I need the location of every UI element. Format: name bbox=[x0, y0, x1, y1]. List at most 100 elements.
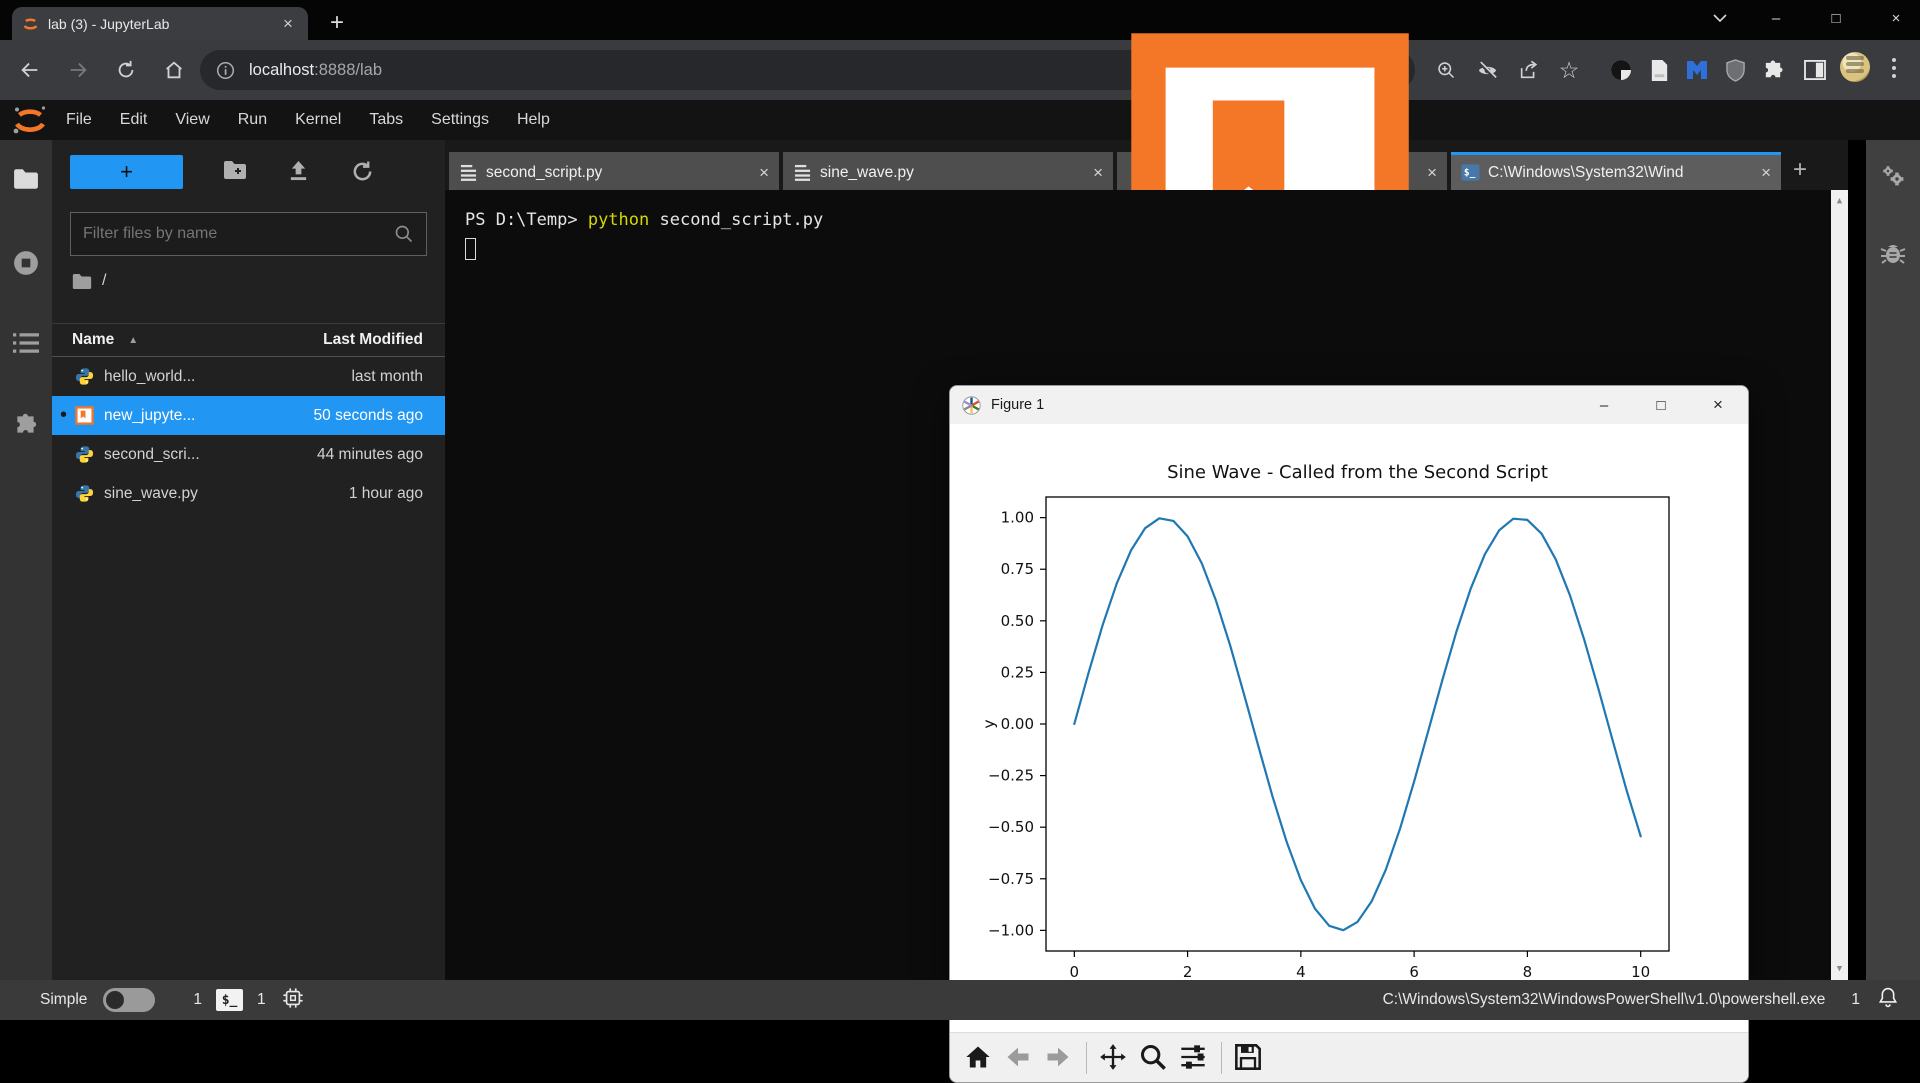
notification-count[interactable]: 1 bbox=[1851, 991, 1860, 1009]
zoom-page-icon[interactable] bbox=[1429, 54, 1463, 86]
root-folder-icon[interactable] bbox=[72, 273, 92, 290]
dock-add-tab-button[interactable]: + bbox=[1793, 156, 1807, 184]
svg-text:8: 8 bbox=[1523, 963, 1533, 981]
window-minimize-button[interactable]: – bbox=[1756, 6, 1796, 32]
upload-icon[interactable] bbox=[287, 160, 311, 184]
mpl-subplots-config-icon[interactable] bbox=[1179, 1043, 1209, 1073]
jupyter-favicon bbox=[22, 15, 39, 32]
property-inspector-icon[interactable] bbox=[1880, 164, 1906, 190]
bookmark-star-icon[interactable]: ☆ bbox=[1552, 54, 1586, 86]
kernel-chip-icon[interactable] bbox=[282, 987, 304, 1014]
column-name[interactable]: Name bbox=[72, 331, 114, 349]
scrollbar-up-icon[interactable]: ▲ bbox=[1831, 196, 1848, 206]
dock-tab-close-icon[interactable]: × bbox=[1427, 163, 1437, 183]
figure-titlebar[interactable]: Figure 1 – □ × bbox=[950, 386, 1748, 424]
shield-extension-icon[interactable] bbox=[1718, 54, 1752, 86]
mpl-save-icon[interactable] bbox=[1234, 1043, 1264, 1073]
figure-maximize-button[interactable]: □ bbox=[1635, 386, 1687, 424]
password-eye-off-icon[interactable] bbox=[1470, 54, 1504, 86]
file-filter-box[interactable] bbox=[70, 212, 427, 256]
kernel-count[interactable]: 1 bbox=[257, 991, 266, 1009]
matplotlib-icon bbox=[962, 396, 981, 415]
breadcrumb-root[interactable]: / bbox=[102, 272, 106, 290]
debugger-bug-icon[interactable] bbox=[1880, 242, 1906, 268]
browser-tabstrip: lab (3) - JupyterLab × + – □ × bbox=[0, 0, 1920, 40]
window-maximize-button[interactable]: □ bbox=[1816, 6, 1856, 32]
new-launcher-button[interactable]: + bbox=[70, 155, 183, 189]
dark-reader-extension-icon[interactable] bbox=[1604, 54, 1638, 86]
table-of-contents-icon[interactable] bbox=[13, 332, 39, 358]
document-extension-icon[interactable] bbox=[1642, 54, 1676, 86]
column-last-modified[interactable]: Last Modified bbox=[323, 331, 423, 349]
menu-kernel[interactable]: Kernel bbox=[281, 100, 355, 140]
window-close-button[interactable]: × bbox=[1876, 6, 1916, 32]
file-row-new_jupyte[interactable]: •new_jupyte...50 seconds ago bbox=[52, 396, 445, 435]
file-list-header[interactable]: Name ▲ Last Modified bbox=[52, 323, 445, 357]
menu-run[interactable]: Run bbox=[224, 100, 281, 140]
figure-canvas: Sine Wave - Called from the Second Scrip… bbox=[950, 424, 1748, 1032]
terminal-count[interactable]: 1 bbox=[193, 991, 202, 1009]
mpl-zoom-icon[interactable] bbox=[1139, 1043, 1169, 1073]
dock-tab-notebook[interactable]: new_jupyter_notebook.ipynb× bbox=[1117, 152, 1447, 190]
file-row-hello_world[interactable]: hello_world...last month bbox=[52, 357, 445, 396]
site-info-icon[interactable] bbox=[216, 61, 235, 80]
file-row-sine_wavepy[interactable]: sine_wave.py1 hour ago bbox=[52, 474, 445, 513]
extensions-puzzle-icon[interactable] bbox=[1756, 54, 1790, 86]
jlab-menubar: FileEditViewRunKernelTabsSettingsHelp bbox=[0, 100, 1920, 140]
file-browser-icon[interactable] bbox=[13, 168, 39, 194]
jlab-menubar-items: FileEditViewRunKernelTabsSettingsHelp bbox=[52, 100, 564, 140]
active-shell-path[interactable]: C:\Windows\System32\WindowsPowerShell\v1… bbox=[1383, 991, 1826, 1009]
browser-tab[interactable]: lab (3) - JupyterLab × bbox=[12, 7, 308, 40]
browser-tab-close-icon[interactable]: × bbox=[278, 14, 298, 34]
mpl-back-icon[interactable] bbox=[1004, 1043, 1034, 1073]
search-icon bbox=[394, 224, 414, 244]
dock-tab-terminal[interactable]: $_C:\Windows\System32\Wind× bbox=[1451, 152, 1781, 190]
menu-tabs[interactable]: Tabs bbox=[355, 100, 417, 140]
window-tab-search-icon[interactable] bbox=[1700, 6, 1740, 32]
refresh-icon[interactable] bbox=[351, 160, 375, 184]
running-sessions-icon[interactable] bbox=[13, 250, 39, 276]
dock-tab-close-icon[interactable]: × bbox=[1093, 163, 1103, 183]
menu-settings[interactable]: Settings bbox=[417, 100, 503, 140]
breadcrumb[interactable]: / bbox=[72, 272, 106, 290]
terminal-status-icon[interactable]: $_ bbox=[216, 989, 243, 1011]
file-row-second_scri[interactable]: second_scri...44 minutes ago bbox=[52, 435, 445, 474]
forward-icon[interactable] bbox=[62, 54, 94, 86]
dock-tab-close-icon[interactable]: × bbox=[1761, 163, 1771, 183]
notification-bell-icon[interactable] bbox=[1878, 987, 1898, 1013]
jupyter-logo bbox=[10, 104, 50, 136]
malwarebytes-extension-icon[interactable] bbox=[1680, 54, 1714, 86]
browser-tab-title: lab (3) - JupyterLab bbox=[48, 16, 278, 32]
menu-file[interactable]: File bbox=[52, 100, 106, 140]
side-panel-icon[interactable] bbox=[1798, 54, 1832, 86]
menu-edit[interactable]: Edit bbox=[106, 100, 162, 140]
browser-menu-dots-icon[interactable] bbox=[1892, 58, 1896, 62]
dock-tab-file[interactable]: sine_wave.py× bbox=[783, 152, 1113, 190]
mpl-home-icon[interactable] bbox=[964, 1043, 994, 1073]
share-icon[interactable] bbox=[1512, 54, 1546, 86]
terminal-scrollbar[interactable]: ▲ ▼ bbox=[1831, 190, 1848, 980]
browser-new-tab-button[interactable]: + bbox=[330, 12, 344, 34]
dock-tab-close-icon[interactable]: × bbox=[759, 163, 769, 183]
figure-window[interactable]: Figure 1 – □ × Sine Wave - Called from t… bbox=[949, 385, 1749, 1083]
sine-wave-chart: Sine Wave - Called from the Second Scrip… bbox=[950, 424, 1748, 1032]
file-browser-panel: + / Name ▲ Last Modified hello_world...l… bbox=[52, 140, 445, 980]
new-folder-icon[interactable] bbox=[223, 160, 247, 184]
simple-mode-toggle[interactable] bbox=[103, 988, 155, 1012]
scrollbar-down-icon[interactable]: ▼ bbox=[1831, 964, 1848, 974]
figure-close-button[interactable]: × bbox=[1692, 386, 1744, 424]
file-filter-input[interactable] bbox=[71, 225, 394, 243]
menu-help[interactable]: Help bbox=[503, 100, 564, 140]
menu-view[interactable]: View bbox=[161, 100, 223, 140]
profile-avatar[interactable] bbox=[1840, 52, 1870, 82]
extension-manager-icon[interactable] bbox=[13, 412, 39, 438]
figure-minimize-button[interactable]: – bbox=[1578, 386, 1630, 424]
reload-icon[interactable] bbox=[110, 54, 142, 86]
back-icon[interactable] bbox=[14, 54, 46, 86]
mpl-forward-icon[interactable] bbox=[1044, 1043, 1074, 1073]
home-icon[interactable] bbox=[158, 54, 190, 86]
dock-tab-file[interactable]: second_script.py× bbox=[449, 152, 779, 190]
terminal-prompt: PS D:\Temp> bbox=[465, 210, 588, 230]
sort-ascending-icon: ▲ bbox=[128, 335, 138, 346]
mpl-pan-icon[interactable] bbox=[1099, 1043, 1129, 1073]
